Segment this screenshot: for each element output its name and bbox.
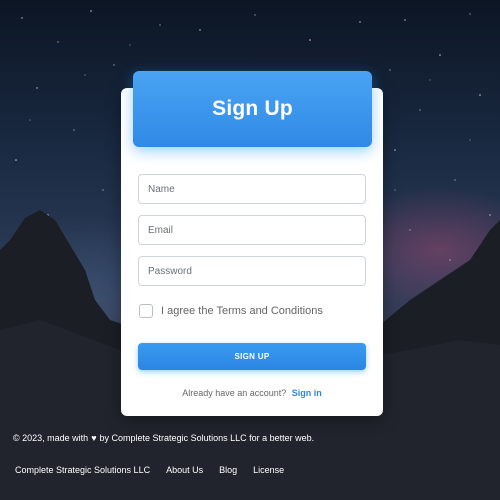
terms-row: I agree the Terms and Conditions [139, 304, 323, 318]
heart-icon: ♥ [91, 433, 97, 443]
copyright-prefix: © 2023, made with [13, 433, 89, 443]
signin-prompt-row: Already have an account? Sign in [121, 388, 383, 398]
signup-button[interactable]: SIGN UP [138, 343, 366, 370]
footer-copyright: © 2023, made with ♥ by Complete Strategi… [13, 433, 314, 443]
footer-link-blog[interactable]: Blog [219, 465, 237, 475]
signin-link[interactable]: Sign in [292, 388, 322, 398]
terms-label: I agree the Terms and Conditions [161, 305, 323, 317]
footer-link-company[interactable]: Complete Strategic Solutions LLC [15, 465, 150, 475]
signin-prompt: Already have an account? [182, 388, 287, 398]
copyright-suffix: by Complete Strategic Solutions LLC for … [99, 433, 315, 443]
footer-link-license[interactable]: License [253, 465, 284, 475]
signup-card-header: Sign Up [133, 71, 372, 147]
email-input[interactable] [138, 215, 366, 245]
name-input[interactable] [138, 174, 366, 204]
footer-links: Complete Strategic Solutions LLC About U… [15, 465, 284, 475]
signup-title: Sign Up [212, 97, 293, 120]
terms-checkbox[interactable] [139, 304, 153, 318]
footer-link-about-us[interactable]: About Us [166, 465, 203, 475]
password-input[interactable] [138, 256, 366, 286]
